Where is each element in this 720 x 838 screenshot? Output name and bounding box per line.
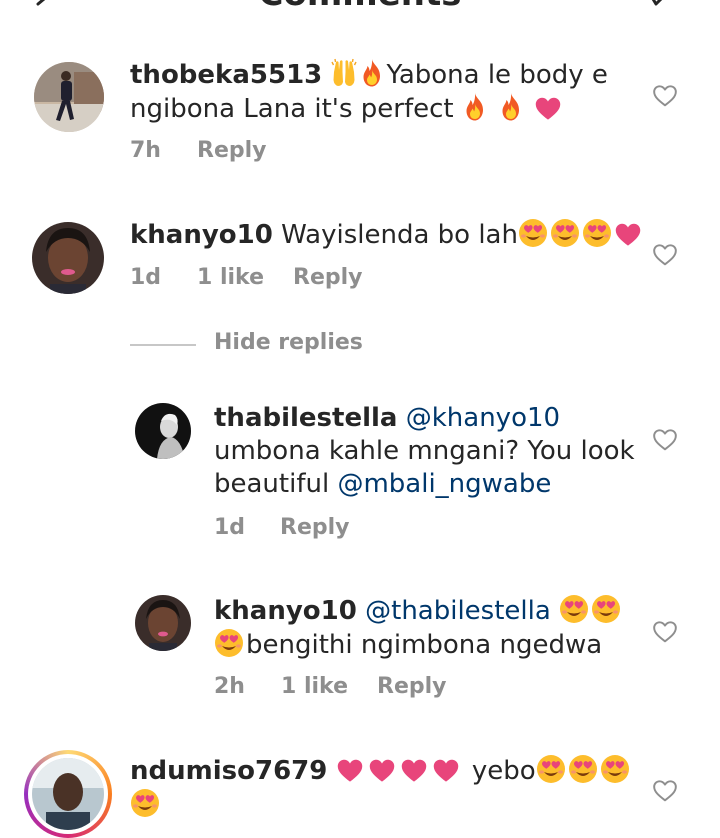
heart-eyes-emoji-icon [568,754,598,784]
send-icon[interactable] [642,0,672,12]
comment-meta: 2h 1 like Reply [214,674,447,699]
comment-time: 2h [214,674,245,699]
avatar[interactable] [135,595,191,651]
heart-eyes-emoji-icon [130,788,160,818]
heart-emoji-icon [432,757,460,783]
heart-eyes-emoji-icon [591,594,621,624]
heart-eyes-emoji-icon [550,218,580,248]
comments-header: Comments [0,0,720,14]
page-title: Comments [0,0,720,14]
mention-link[interactable]: @khanyo10 [406,403,560,433]
comment-meta: 1d 1 like Reply [130,265,363,290]
likes-count[interactable]: 1 like [281,674,377,699]
heart-emoji-icon [368,757,396,783]
comment-username[interactable]: thabilestella [214,403,397,433]
divider [130,344,196,346]
comment-text: bengithi ngimbona ngedwa [246,630,603,660]
heart-eyes-emoji-icon [536,754,566,784]
avatar[interactable] [32,222,104,294]
comment-username[interactable]: khanyo10 [130,220,273,250]
hide-replies-label: Hide replies [214,330,363,355]
comment-username[interactable]: ndumiso7679 [130,756,327,786]
avatar [32,758,104,830]
comment-username[interactable]: khanyo10 [214,596,357,626]
comment-text: ngibona Lana it's perfect [130,94,454,124]
comment-text: Yabona le body e [386,60,608,90]
like-heart-icon[interactable] [652,242,678,266]
comment-meta: 1d Reply [214,515,350,540]
comment-text: beautiful [214,469,330,499]
heart-eyes-emoji-icon [559,594,589,624]
mention-link[interactable]: @thabilestella [365,596,551,626]
comment-meta: 7h Reply [130,138,267,163]
comment-time: 1d [130,265,162,290]
heart-eyes-emoji-icon [214,628,244,658]
likes-count[interactable]: 1 like [197,265,293,290]
fire-emoji-icon [498,92,524,122]
like-heart-icon[interactable] [652,619,678,643]
hide-replies-toggle[interactable]: Hide replies [130,330,430,366]
heart-emoji-icon [614,221,642,247]
like-heart-icon[interactable] [652,427,678,451]
comment-text: Wayislenda bo lah [281,220,518,250]
comment-time: 1d [214,515,246,540]
mention-link[interactable]: @mbali_ngwabe [337,469,551,499]
heart-eyes-emoji-icon [518,218,548,248]
heart-emoji-icon [336,757,364,783]
heart-eyes-emoji-icon [582,218,612,248]
raised-hands-emoji-icon [331,58,357,88]
heart-eyes-emoji-icon [600,754,630,784]
heart-emoji-icon [534,95,562,121]
fire-emoji-icon [359,58,385,88]
comment-username[interactable]: thobeka5513 [130,60,322,90]
avatar[interactable] [135,403,191,459]
fire-emoji-icon [462,92,488,122]
avatar-story-ring[interactable] [24,750,112,838]
comment-text: yebo [471,756,536,786]
reply-button[interactable]: Reply [280,515,350,540]
comment-text: umbona kahle mngani? You look [214,436,635,466]
reply-button[interactable]: Reply [293,265,363,290]
heart-emoji-icon [400,757,428,783]
like-heart-icon[interactable] [652,778,678,802]
reply-button[interactable]: Reply [197,138,267,163]
comment-time: 7h [130,138,161,163]
avatar[interactable] [34,62,104,132]
reply-button[interactable]: Reply [377,674,447,699]
like-heart-icon[interactable] [652,83,678,107]
